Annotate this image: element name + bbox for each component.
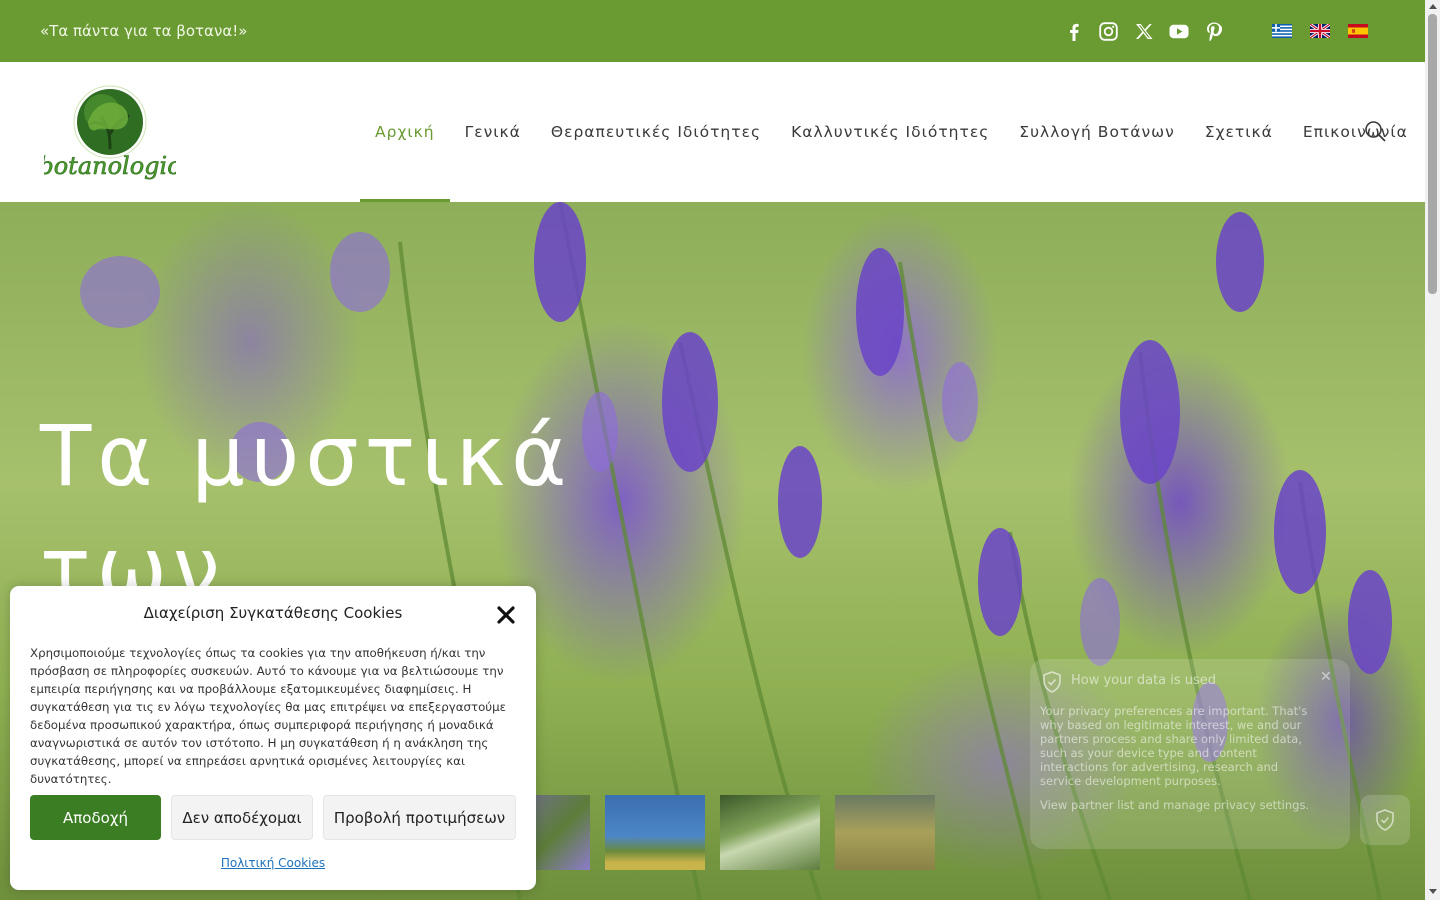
privacy-links: View partner list and manage privacy set… <box>1040 798 1310 812</box>
social-links <box>1062 20 1225 43</box>
deny-cookies-button[interactable]: Δεν αποδέχομαι <box>171 795 313 840</box>
nav-item-contact[interactable]: Επικοινωνία <box>1288 62 1423 202</box>
scroll-down-arrow-icon[interactable] <box>1429 889 1437 894</box>
nav-item-cosmetic[interactable]: Καλλυντικές Ιδιότητες <box>776 62 1004 202</box>
view-preferences-button[interactable]: Προβολή προτιμήσεων <box>323 795 516 840</box>
cookie-dialog-title: Διαχείριση Συγκατάθεσης Cookies <box>143 604 403 622</box>
privacy-close-icon[interactable]: ✕ <box>1320 669 1332 685</box>
spanish-flag-icon[interactable] <box>1348 24 1368 38</box>
nav-item-general[interactable]: Γενικά <box>450 62 536 202</box>
site-logo[interactable]: botanologio <box>44 82 176 182</box>
language-switcher <box>1272 24 1368 38</box>
cookie-consent-dialog: Διαχείριση Συγκατάθεσης Cookies Χρησιμοπ… <box>10 586 536 890</box>
nav-item-about[interactable]: Σχετικά <box>1190 62 1288 202</box>
search-icon[interactable] <box>1364 120 1386 142</box>
english-flag-icon[interactable] <box>1310 24 1330 38</box>
privacy-notice: How your data is used ✕ Your privacy pre… <box>1030 659 1350 849</box>
slide-thumbnail-flowers-sky[interactable] <box>605 795 705 870</box>
privacy-settings-link[interactable]: privacy settings <box>1214 798 1306 812</box>
hero-title-line1: Τα μυστικά <box>40 407 573 505</box>
greek-flag-icon[interactable] <box>1272 24 1292 38</box>
main-nav: Αρχική Γενικά Θεραπευτικές Ιδιότητες Καλ… <box>360 62 1423 202</box>
site-tagline: «Τα πάντα για τα βοτανα!» <box>40 22 248 40</box>
instagram-icon[interactable] <box>1097 20 1120 43</box>
logo-text: botanologio <box>44 152 176 180</box>
privacy-title: How your data is used <box>1071 673 1217 688</box>
close-icon[interactable] <box>494 603 518 627</box>
pinterest-icon[interactable] <box>1202 20 1225 43</box>
top-bar: «Τα πάντα για τα βοτανα!» <box>0 0 1425 62</box>
page-scrollbar[interactable] <box>1425 0 1440 900</box>
privacy-text: Your privacy preferences are important. … <box>1040 704 1308 788</box>
slide-thumbnail-dried-herbs[interactable] <box>835 795 935 870</box>
shield-icon <box>1043 671 1061 693</box>
cookie-policy-link[interactable]: Πολιτική Cookies <box>10 856 536 870</box>
accept-cookies-button[interactable]: Αποδοχή <box>30 795 161 840</box>
slide-thumbnail-aloe[interactable] <box>720 795 820 870</box>
facebook-icon[interactable] <box>1062 20 1085 43</box>
partner-list-link[interactable]: View partner list <box>1040 798 1134 812</box>
nav-item-therapeutic[interactable]: Θεραπευτικές Ιδιότητες <box>536 62 776 202</box>
site-header: botanologio Αρχική Γενικά Θεραπευτικές Ι… <box>0 62 1425 202</box>
nav-item-home[interactable]: Αρχική <box>360 62 450 202</box>
privacy-settings-button[interactable] <box>1360 795 1410 845</box>
scroll-thumb[interactable] <box>1428 14 1437 294</box>
nav-item-herb-collection[interactable]: Συλλογή Βοτάνων <box>1004 62 1189 202</box>
scroll-up-arrow-icon[interactable] <box>1429 4 1437 9</box>
x-icon[interactable] <box>1132 20 1155 43</box>
shield-check-icon <box>1376 809 1394 831</box>
cookie-dialog-text: Χρησιμοποιούμε τεχνολογίες όπως τα cooki… <box>30 646 507 786</box>
youtube-icon[interactable] <box>1167 20 1190 43</box>
slider-thumbnails <box>490 795 935 870</box>
